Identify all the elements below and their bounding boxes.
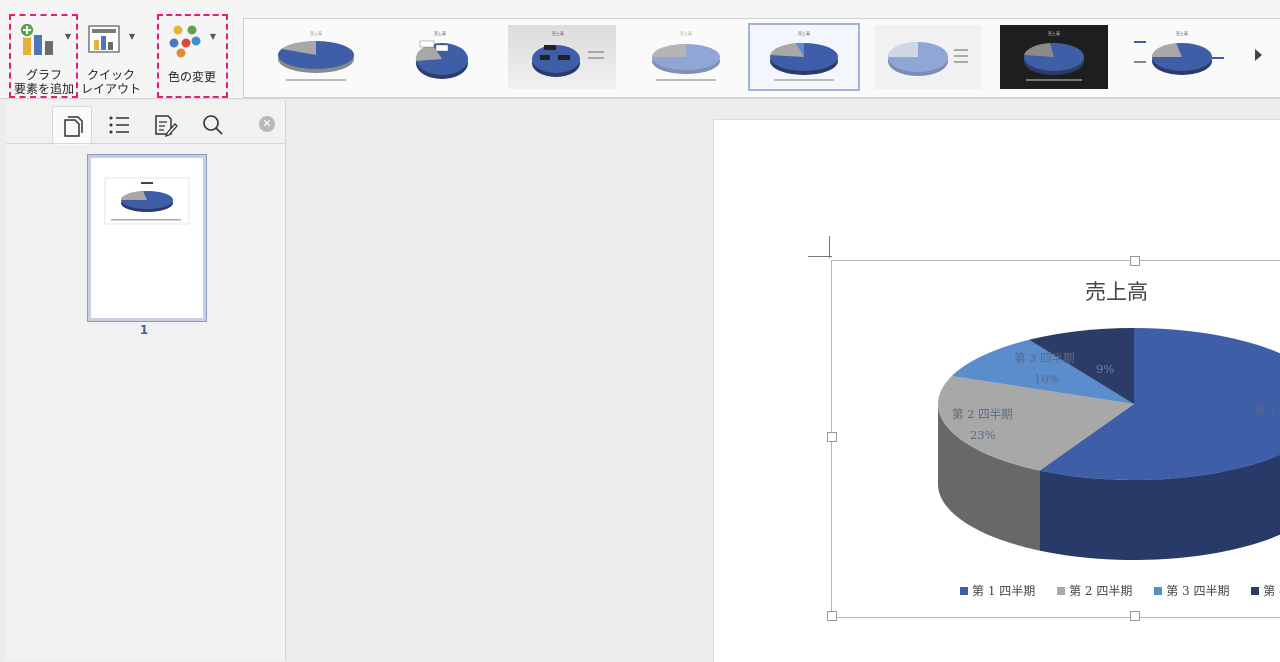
chart-style-8[interactable]: 売上高 <box>1124 25 1232 89</box>
legend-item-q2: 第 2 四半期 <box>1057 584 1132 598</box>
tab-edit[interactable] <box>147 106 185 144</box>
edit-document-icon <box>155 115 178 137</box>
tab-search[interactable] <box>194 106 232 144</box>
slice-label-q3: 第 3 四半期 10% <box>1014 348 1075 390</box>
chart-style-5-selected[interactable]: 売上高 <box>748 23 860 91</box>
slice-label-q4: 9% <box>1096 359 1114 380</box>
chart-styles-gallery: 売上高 売上高 売上高 売上高 売上高 売上高 売上高 <box>243 18 1280 98</box>
legend-swatch <box>960 587 968 595</box>
legend-swatch <box>1251 587 1260 595</box>
thumb-title: 売上高 <box>1048 30 1060 36</box>
margin-mark <box>829 236 830 258</box>
legend-swatch <box>1057 587 1066 595</box>
legend-label: 第 1 四半期 <box>972 584 1036 598</box>
page-thumbnail[interactable] <box>88 155 206 321</box>
thumb-title: 売上高 <box>1176 30 1188 36</box>
tab-divider <box>6 143 285 144</box>
tab-outline[interactable] <box>100 106 138 144</box>
thumb-title: 売上高 <box>680 30 692 36</box>
chart-style-4[interactable]: 売上高 <box>632 25 740 89</box>
chart-style-2[interactable]: 売上高 <box>386 25 494 89</box>
chart-style-3[interactable]: 売上高 <box>508 25 616 89</box>
thumb-title: 売上高 <box>552 30 564 36</box>
chart-style-7[interactable]: 売上高 <box>1000 25 1108 89</box>
close-pane-icon[interactable]: ✕ <box>259 116 275 132</box>
navigation-tabs: ✕ <box>6 100 285 145</box>
slice-label-q2: 第 2 四半期 23% <box>952 404 1013 446</box>
chart-title: 売上高 <box>1085 280 1148 304</box>
resize-handle[interactable] <box>827 432 837 442</box>
resize-handle[interactable] <box>1130 256 1140 266</box>
highlight-box <box>157 14 228 98</box>
slice-label-q2-value: 23% <box>970 428 996 442</box>
search-icon <box>203 115 223 135</box>
page-thumbnail-chart <box>104 177 190 225</box>
chevron-down-icon: ▼ <box>128 32 136 41</box>
quick-layout-label-1: クイック <box>86 68 135 82</box>
navigation-pane: ✕ 1 <box>6 100 286 661</box>
chart-style-6[interactable] <box>874 25 982 89</box>
legend-label: 第 3 四半期 <box>1166 584 1230 598</box>
resize-handle[interactable] <box>827 611 837 621</box>
chart-legend: 第 1 四半期 第 2 四半期 第 3 四半期 第 4 四半期 <box>960 582 1280 599</box>
slice-label-q4-value: 9% <box>1096 362 1115 376</box>
slice-label-q2-name: 第 2 四半期 <box>952 407 1013 421</box>
quick-layout-icon: ▼ <box>87 20 135 58</box>
slice-label-q1: 第 1 <box>1254 400 1276 421</box>
tab-thumbnails[interactable] <box>52 106 92 145</box>
pages-icon <box>64 116 83 137</box>
quick-layout-button[interactable]: ▼ クイック レイアウト <box>80 14 142 96</box>
chart-frame[interactable] <box>831 260 1280 618</box>
chart-style-1[interactable]: 売上高 <box>262 25 370 89</box>
thumb-title: 売上高 <box>798 30 810 36</box>
quick-layout-label-2: レイアウト <box>80 82 141 96</box>
ribbon: ▼ グラフ 要素を追加 ▼ クイック レイアウト ▼ 色の変更 売上高 売上高 … <box>0 0 1280 99</box>
legend-swatch <box>1154 587 1163 595</box>
slice-label-q1-name: 第 1 <box>1254 403 1277 417</box>
slice-label-q3-value: 10% <box>1034 372 1060 386</box>
thumb-title: 売上高 <box>434 30 446 36</box>
thumb-title: 売上高 <box>310 30 322 36</box>
page-number: 1 <box>139 323 149 337</box>
highlight-box <box>9 14 78 98</box>
legend-label: 第 2 四半期 <box>1069 584 1133 598</box>
resize-handle[interactable] <box>1130 611 1140 621</box>
legend-item-q4: 第 4 四半期 <box>1251 584 1280 598</box>
gallery-next-arrow-icon[interactable] <box>1255 49 1262 61</box>
list-icon <box>109 116 129 134</box>
legend-label: 第 4 四半期 <box>1263 584 1280 598</box>
legend-item-q1: 第 1 四半期 <box>960 584 1035 598</box>
legend-item-q3: 第 3 四半期 <box>1154 584 1229 598</box>
slice-label-q3-name: 第 3 四半期 <box>1014 351 1075 365</box>
